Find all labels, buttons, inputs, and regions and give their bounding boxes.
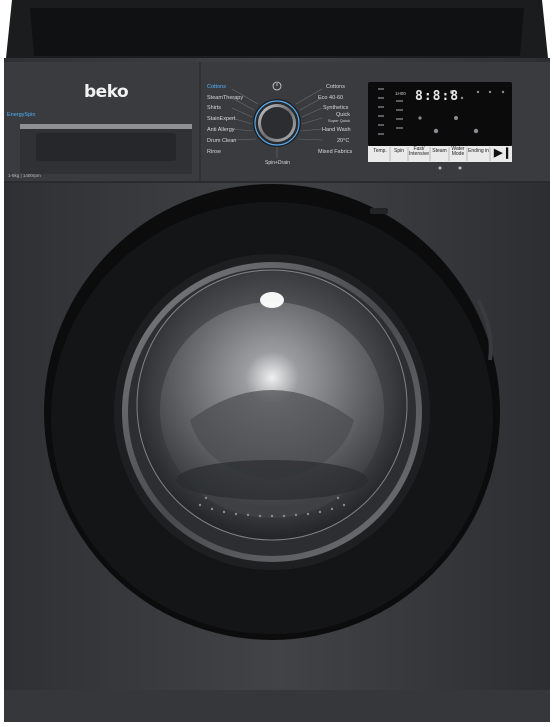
program-left-4[interactable]: StainExpert	[207, 116, 235, 122]
ending-in-button[interactable]: Ending in	[467, 149, 490, 154]
temp-button[interactable]: Temp.	[370, 149, 390, 154]
program-left-2[interactable]: SteamTherapy	[207, 95, 243, 101]
machine-illustration	[4, 0, 550, 722]
program-left-1[interactable]: Cottons	[207, 84, 226, 90]
steam-button[interactable]: Steam	[430, 149, 449, 154]
brand-logo: beko	[84, 82, 129, 102]
program-right-5[interactable]: Hand Wash	[322, 127, 351, 133]
knob-spin-drain-label: Spin+Drain	[265, 160, 290, 166]
fast-intensive-button[interactable]: Fast/ Intensive	[408, 147, 430, 157]
program-right-3[interactable]: Synthetics	[323, 105, 348, 111]
energy-spin-label: EnergySpin	[7, 112, 36, 118]
display-time: 1H00	[395, 91, 406, 96]
program-right-7[interactable]: Mixed Fabrics	[318, 149, 352, 155]
program-right-6[interactable]: 20°C	[337, 138, 349, 144]
program-left-3[interactable]: Shirts	[207, 105, 221, 111]
capacity-spec: 1-8kg | 1400rpm	[8, 173, 41, 178]
program-left-5[interactable]: Anti Allergy	[207, 127, 235, 133]
program-right-4-sub: Super Quick	[328, 118, 351, 123]
program-right-2[interactable]: Eco 40-60	[318, 95, 343, 101]
display-digits: 8:8:8	[415, 89, 460, 104]
program-left-7[interactable]: Rinse	[207, 149, 221, 155]
program-right-1[interactable]: Cottons	[326, 84, 345, 90]
water-mode-button[interactable]: Water Mode	[449, 147, 467, 157]
washing-machine: beko EnergySpin 1-8kg | 1400rpm Cottons …	[0, 0, 554, 722]
start-pause-icon[interactable]: ▶❙	[494, 146, 512, 159]
program-left-6[interactable]: Drum Clean	[207, 138, 236, 144]
spin-button[interactable]: Spin	[390, 149, 408, 154]
